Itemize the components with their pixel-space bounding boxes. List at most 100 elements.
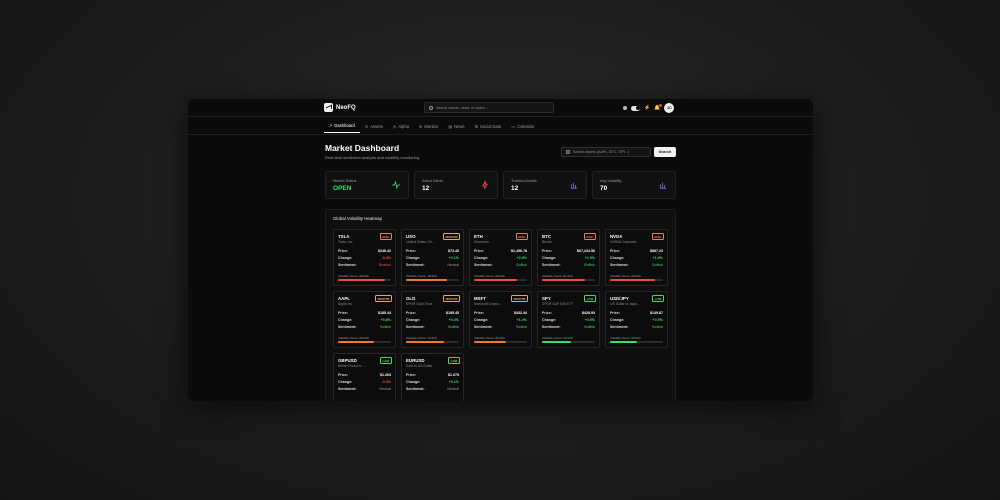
risk-badge: HIGH — [379, 233, 392, 240]
asset-symbol: GLD — [406, 296, 416, 301]
change-value: +1.9% — [652, 256, 663, 260]
volatility-bar-fill — [338, 279, 386, 281]
price-label: Price: — [610, 249, 620, 253]
asset-symbol: SPY — [542, 296, 551, 301]
price-value: $248.42 — [378, 249, 391, 253]
sentiment-label: Sentiment: — [406, 325, 425, 329]
change-label: Change: — [406, 256, 421, 260]
volatility-score-label: Volatility Score: 89/100 — [338, 274, 369, 278]
global-search-input[interactable]: Search assets, news, or topics... — [424, 102, 554, 113]
price-value: $185.44 — [378, 311, 391, 315]
asset-card-usd-jpy[interactable]: USD/JPY US Dollar to Japa... LOW Price: $149… — [605, 291, 668, 348]
change-label: Change: — [474, 256, 489, 260]
tab-dashboard[interactable]: ↗ Dashboard — [324, 119, 360, 133]
volatility-score-label: Volatility Score: 81/100 — [542, 274, 573, 278]
change-value: +0.8% — [380, 318, 391, 322]
volatility-score-label: Volatility Score: 84/100 — [610, 274, 641, 278]
asset-name: Apple Inc. — [338, 302, 354, 306]
asset-card-spy[interactable]: SPY SPDR S&P 500 ETF LOW Price: $428.93 Chang… — [537, 291, 600, 348]
price-row: Price: $73.45 — [406, 249, 459, 253]
price-label: Price: — [406, 311, 416, 315]
stat-card-market-status: Market Status OPEN — [325, 171, 409, 199]
asset-card-gbpusd[interactable]: GBPUSD British Pound to ... LOW Price: $1.26… — [333, 353, 396, 401]
volatility-score-label: Volatility Score: 50/100 — [610, 336, 641, 340]
change-label: Change: — [610, 318, 625, 322]
tab-label: Social Data — [479, 123, 502, 129]
search-button[interactable]: Search — [654, 147, 676, 157]
volatility-bar-fill — [542, 279, 585, 281]
change-value: +1.9% — [584, 256, 595, 260]
stat-card-tracked-assets: Tracked Assets 12 — [503, 171, 587, 199]
sentiment-value: Bullish — [652, 325, 663, 329]
sentiment-label: Sentiment: — [406, 263, 425, 267]
sentiment-label: Sentiment: — [406, 387, 425, 391]
asset-card-uso[interactable]: USO United States Oil ... MEDIUM Price: $73.… — [401, 229, 464, 286]
avatar[interactable]: JC — [664, 103, 675, 113]
volatility-bar — [542, 279, 595, 281]
bolt-icon — [481, 181, 489, 189]
tab-label: Dashboard — [334, 123, 355, 128]
volatility-bar-fill — [338, 341, 375, 343]
trend-icon: ↗ — [329, 123, 333, 128]
risk-badge: MEDIUM — [443, 233, 460, 240]
tab-calendar[interactable]: ▭ Calendar — [506, 119, 539, 133]
asset-symbol: NVDA — [610, 234, 623, 239]
brand-name: NeoFQ — [336, 104, 356, 111]
price-row: Price: $185.44 — [338, 311, 391, 315]
sentiment-value: Bullish — [584, 263, 595, 267]
asset-card-btc[interactable]: BTC Bitcoin HIGH Price: $67,234.56 Change: +1.… — [537, 229, 600, 286]
asset-symbol: ETH — [474, 234, 483, 239]
change-row: Change: +0.5% — [610, 318, 663, 322]
tab-label: News — [454, 123, 465, 129]
asset-name: Tesla, Inc. — [338, 240, 354, 244]
tab-label: Assets — [370, 123, 383, 129]
stat-label: Avg Volatility — [600, 179, 622, 183]
volatility-bar-fill — [406, 279, 448, 281]
sentiment-row: Sentiment: Bullish — [474, 325, 527, 329]
tab-assets[interactable]: ⊘ Assets — [360, 119, 388, 133]
price-label: Price: — [406, 249, 416, 253]
bell-icon[interactable]: 🔔 — [654, 103, 663, 111]
change-row: Change: +0.5% — [542, 318, 595, 322]
asset-card-gld[interactable]: GLD SPDR Gold Trust MEDIUM Price: $195.45 Cha… — [401, 291, 464, 348]
theme-toggle[interactable] — [631, 105, 640, 111]
sentiment-value: Bullish — [380, 325, 391, 329]
asset-name: US Dollar to Japa... — [610, 302, 640, 306]
asset-card-nvda[interactable]: NVDA NVIDIA Corporati... HIGH Price: $887.23… — [605, 229, 668, 286]
sun-icon — [623, 106, 627, 110]
sentiment-value: Neutral — [447, 263, 459, 267]
asset-symbol: EURUSD — [406, 358, 425, 363]
sentiment-row: Sentiment: Neutral — [406, 387, 459, 391]
change-value: +2.1% — [448, 256, 459, 260]
sentiment-row: Sentiment: Bullish — [542, 325, 595, 329]
risk-badge: LOW — [380, 357, 392, 364]
brand[interactable]: NeoFQ — [324, 103, 356, 112]
tab-social-data[interactable]: ⊞ Social Data — [470, 119, 507, 133]
change-row: Change: +2.1% — [406, 256, 459, 260]
asset-name: British Pound to ... — [338, 364, 366, 368]
asset-symbol: TSLA — [338, 234, 350, 239]
price-value: $195.45 — [446, 311, 459, 315]
tab-monitor[interactable]: ⊕ Monitor — [414, 119, 443, 133]
price-row: Price: $1.075 — [406, 373, 459, 377]
bolt-icon[interactable]: ⚡ — [644, 105, 650, 111]
notification-count — [659, 103, 663, 107]
volatility-bar — [474, 279, 527, 281]
sentiment-label: Sentiment: — [610, 263, 629, 267]
asset-card-eth[interactable]: ETH Ethereum HIGH Price: $1,456.78 Change: +2.… — [469, 229, 532, 286]
risk-badge: HIGH — [651, 233, 664, 240]
price-value: $1.075 — [448, 373, 459, 377]
asset-card-tsla[interactable]: TSLA Tesla, Inc. HIGH Price: $248.42 Change: -… — [333, 229, 396, 286]
asset-name: SPDR S&P 500 ETF — [542, 302, 574, 306]
asset-search-input[interactable]: Search assets (AAPL, BTC, SPY...) — [561, 147, 651, 157]
asset-card-msft[interactable]: MSFT Microsoft Corpor... MEDIUM Price: $432.… — [469, 291, 532, 348]
tab-news[interactable]: ▤ News — [443, 119, 469, 133]
volatility-score-label: Volatility Score: 78/100 — [406, 274, 437, 278]
price-row: Price: $1,456.78 — [474, 249, 527, 253]
price-value: $67,234.56 — [577, 249, 595, 253]
tab-alpha[interactable]: ◎ Alpha — [388, 119, 414, 133]
sentiment-row: Sentiment: Neutral — [338, 387, 391, 391]
asset-symbol: AAPL — [338, 296, 350, 301]
asset-card-eurusd[interactable]: EURUSD Euro to US Dollar LOW Price: $1.075 Ch… — [401, 353, 464, 401]
asset-card-aapl[interactable]: AAPL Apple Inc. MEDIUM Price: $185.44 Change:… — [333, 291, 396, 348]
